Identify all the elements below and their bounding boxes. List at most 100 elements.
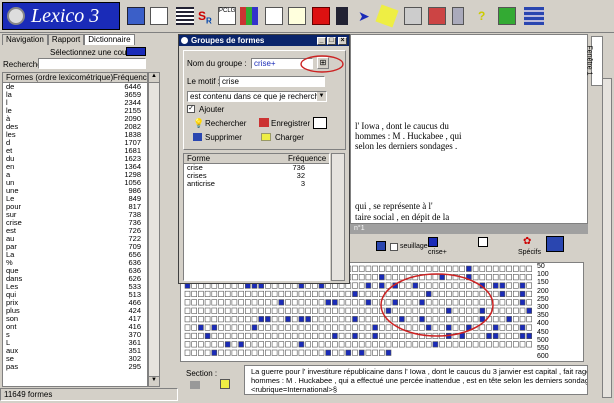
section-cell[interactable] [285,316,291,323]
section-cell[interactable] [519,274,526,281]
color-swatch[interactable] [126,47,146,56]
section-cell[interactable] [399,341,405,348]
frequency-row[interactable]: plus 424 [3,307,147,315]
section-cell[interactable] [345,307,352,314]
section-cell[interactable] [499,299,506,306]
section-cell[interactable] [231,299,238,306]
section-cell[interactable] [298,307,305,314]
section-cell[interactable] [312,332,318,339]
section-cell[interactable] [291,307,298,314]
tab-rapport[interactable]: Rapport [47,34,85,45]
section-cell[interactable] [265,307,271,314]
frequency-row[interactable]: son 417 [3,315,147,323]
grid-icon[interactable] [288,7,306,25]
section-cell[interactable] [439,299,445,306]
section-cell[interactable] [204,349,211,356]
load-icon[interactable] [261,133,271,141]
section-cell[interactable] [211,299,218,306]
section-cell[interactable] [231,349,238,356]
section-cell[interactable] [365,349,372,356]
section-cell[interactable] [245,332,251,339]
section-cell[interactable] [251,316,258,323]
scroll-down-icon[interactable]: ▼ [149,376,159,386]
section-cell[interactable] [352,299,358,306]
frequency-row[interactable]: L 361 [3,339,147,347]
section-cell[interactable] [492,299,499,306]
section-cell[interactable] [445,265,452,272]
section-cell[interactable] [218,316,224,323]
section-cell[interactable] [492,332,499,339]
section-cell[interactable] [265,324,271,331]
section-cell[interactable] [499,341,506,348]
section-cell[interactable] [325,307,331,314]
section-cell[interactable] [379,282,385,289]
section-cell[interactable] [258,341,264,348]
section-cell[interactable] [365,265,372,272]
add-checkbox[interactable]: ✓ [187,105,195,113]
section-cell[interactable] [405,307,412,314]
section-cell[interactable] [291,299,298,306]
section-cell[interactable] [425,299,432,306]
threshold-checkbox[interactable] [390,243,398,251]
section-cell[interactable] [526,316,533,323]
section-cell[interactable] [358,299,365,306]
frequency-row[interactable]: Les 533 [3,283,147,291]
section-cell[interactable] [526,324,533,331]
section-cell[interactable] [305,341,311,348]
section-cell[interactable] [439,324,445,331]
section-cell[interactable] [204,290,211,298]
section-cell[interactable] [506,274,512,281]
section-cell[interactable] [352,341,358,348]
section-cell[interactable] [265,332,271,339]
section-cell[interactable] [419,316,425,323]
section-cell[interactable] [345,349,352,356]
section-cell[interactable] [432,341,439,348]
frequency-row[interactable]: est 726 [3,227,147,235]
section-cell[interactable] [191,290,197,298]
section-cell[interactable] [459,265,466,272]
section-cell[interactable] [338,341,345,348]
section-cell[interactable] [512,290,519,298]
section-cell[interactable] [445,307,452,314]
section-cell[interactable] [224,307,231,314]
section-cell[interactable] [392,290,398,298]
section-cell[interactable] [318,332,325,339]
section-cell[interactable] [291,349,298,356]
bar-chart-icon[interactable] [240,7,258,25]
section-cell[interactable] [345,299,352,306]
section-cell[interactable] [472,290,479,298]
section-cell[interactable] [372,265,378,272]
section-cell[interactable] [439,307,445,314]
section-cell[interactable] [499,316,506,323]
frequency-row[interactable]: sur 738 [3,211,147,219]
section-cell[interactable] [459,316,466,323]
section-cell[interactable] [265,316,271,323]
section-cell[interactable] [345,341,352,348]
section-cell[interactable] [238,299,244,306]
section-cell[interactable] [198,316,204,323]
section-cell[interactable] [419,290,425,298]
section-cell[interactable] [479,341,486,348]
section-cell[interactable] [519,332,526,339]
section-cell[interactable] [191,316,197,323]
section-cell[interactable] [492,307,499,314]
section-cell[interactable] [372,274,378,281]
section-cell[interactable] [312,341,318,348]
section-cell[interactable] [278,324,285,331]
section-cell[interactable] [492,290,499,298]
section-cell[interactable] [218,349,224,356]
section-cell[interactable] [305,332,311,339]
tab-dictionnaire[interactable]: Dictionnaire [84,34,135,45]
frequency-row[interactable]: pas 295 [3,363,147,371]
frequency-row[interactable]: prix 466 [3,299,147,307]
section-cell[interactable] [312,299,318,306]
section-cell[interactable] [439,282,445,289]
section-cell[interactable] [479,332,486,339]
section-cell[interactable] [479,274,486,281]
section-cell[interactable] [231,324,238,331]
section-cell[interactable] [271,341,278,348]
section-cell[interactable] [231,332,238,339]
section-cell[interactable] [365,332,372,339]
section-cell[interactable] [352,307,358,314]
section-cell[interactable] [452,290,459,298]
